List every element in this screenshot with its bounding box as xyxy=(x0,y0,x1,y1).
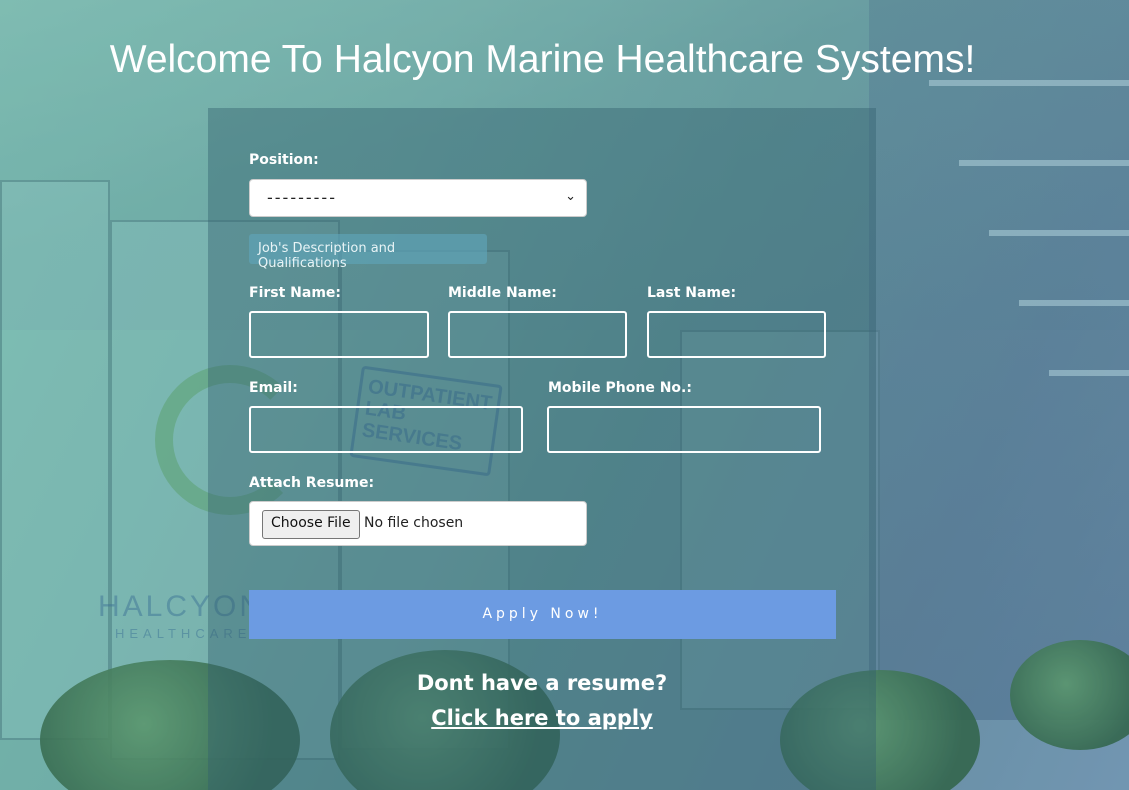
mobile-phone-field[interactable] xyxy=(547,406,821,453)
apply-now-button[interactable]: Apply Now! xyxy=(249,590,836,639)
middle-name-label: Middle Name: xyxy=(448,285,557,301)
last-name-field[interactable] xyxy=(647,311,826,358)
first-name-field[interactable] xyxy=(249,311,429,358)
last-name-label: Last Name: xyxy=(647,285,737,301)
position-select[interactable]: --------- ⌄ xyxy=(249,179,587,217)
no-resume-text: Dont have a resume? xyxy=(416,671,668,695)
mobile-label: Mobile Phone No.: xyxy=(548,380,692,396)
chevron-down-icon: ⌄ xyxy=(565,189,578,204)
choose-file-button[interactable]: Choose File xyxy=(262,510,360,539)
job-description-button[interactable]: Job's Description and Qualifications xyxy=(249,234,487,271)
first-name-label: First Name: xyxy=(249,285,342,301)
email-field[interactable] xyxy=(249,406,523,453)
email-label: Email: xyxy=(249,380,298,396)
file-status-text: No file chosen xyxy=(364,515,464,531)
application-form: Position: --------- ⌄ Job's Description … xyxy=(0,0,1129,790)
position-label: Position: xyxy=(249,152,319,168)
position-selected-value: --------- xyxy=(267,188,337,207)
resume-file-input[interactable]: Choose File No file chosen xyxy=(249,501,587,546)
click-here-to-apply-link[interactable]: Click here to apply xyxy=(208,706,876,730)
middle-name-field[interactable] xyxy=(448,311,627,358)
attach-resume-label: Attach Resume: xyxy=(249,475,375,491)
